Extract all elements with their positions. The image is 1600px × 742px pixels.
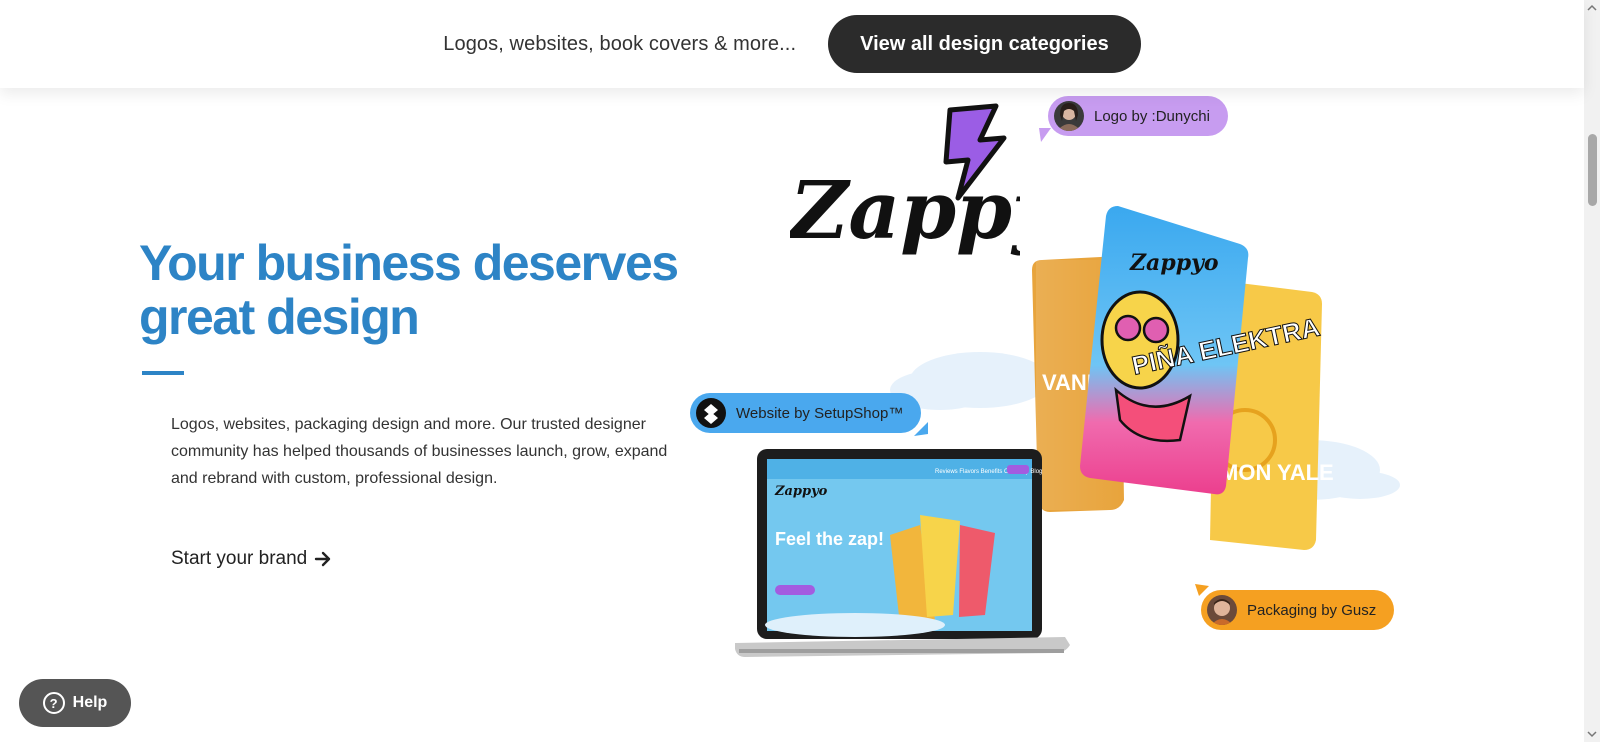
start-your-brand-link[interactable]: Start your brand bbox=[171, 548, 333, 570]
headline-line-1: Your business deserves bbox=[139, 235, 679, 291]
website-tag-tail bbox=[914, 422, 928, 436]
category-bar: Logos, websites, book covers & more... V… bbox=[0, 0, 1584, 88]
designer-avatar bbox=[1054, 101, 1084, 131]
headline-line-2: great design bbox=[139, 289, 420, 345]
packaging-credit-label: Packaging by Gusz bbox=[1247, 601, 1377, 619]
pouch-front-logo: Zappyo bbox=[1129, 250, 1219, 276]
designer-avatar bbox=[1207, 595, 1237, 625]
laptop-mockup: Reviews Flavors Benefits Our story Blog … bbox=[735, 449, 1070, 657]
packaging-credit-tag[interactable]: Packaging by Gusz bbox=[1201, 590, 1395, 630]
logo-tag-tail bbox=[1039, 128, 1051, 142]
pouch-right-title: MON YALE bbox=[1220, 460, 1334, 485]
website-credit-tag[interactable]: Website by SetupShop™ bbox=[690, 393, 922, 433]
laptop-headline: Feel the zap! bbox=[775, 529, 884, 549]
help-label: Help bbox=[72, 694, 108, 711]
scrollbar-thumb[interactable] bbox=[1588, 134, 1597, 206]
design-showcase: Zappyo VANI SUN MON YALE bbox=[690, 90, 1410, 742]
question-icon: ? bbox=[42, 692, 65, 714]
scroll-up-arrow-icon[interactable] bbox=[1587, 3, 1597, 13]
zappyo-logo: Zappyo bbox=[790, 103, 1020, 257]
page-title: Your business deserves great design bbox=[139, 236, 699, 344]
page: Logos, websites, book covers & more... V… bbox=[0, 0, 1600, 742]
view-all-categories-button[interactable]: View all design categories bbox=[828, 15, 1141, 73]
help-button[interactable]: ? Help bbox=[19, 679, 131, 727]
logo-credit-tag[interactable]: Logo by :Dunychi bbox=[1048, 96, 1228, 136]
accent-divider bbox=[142, 371, 184, 375]
packaging-tag-tail bbox=[1195, 584, 1209, 596]
scrollbar[interactable] bbox=[1584, 0, 1600, 742]
setupshop-logo-icon bbox=[696, 398, 726, 428]
arrow-right-icon bbox=[315, 551, 331, 567]
zappyo-logo-text: Zappyo bbox=[790, 163, 1020, 257]
scroll-down-arrow-icon[interactable] bbox=[1587, 729, 1597, 739]
website-credit-label: Website by SetupShop™ bbox=[736, 404, 904, 422]
start-your-brand-label: Start your brand bbox=[171, 548, 308, 569]
laptop-logo: Zappyo bbox=[774, 484, 828, 499]
hero-description: Logos, websites, packaging design and mo… bbox=[171, 416, 668, 487]
category-bar-text: Logos, websites, book covers & more... bbox=[443, 32, 797, 55]
logo-credit-label: Logo by :Dunychi bbox=[1094, 107, 1210, 125]
